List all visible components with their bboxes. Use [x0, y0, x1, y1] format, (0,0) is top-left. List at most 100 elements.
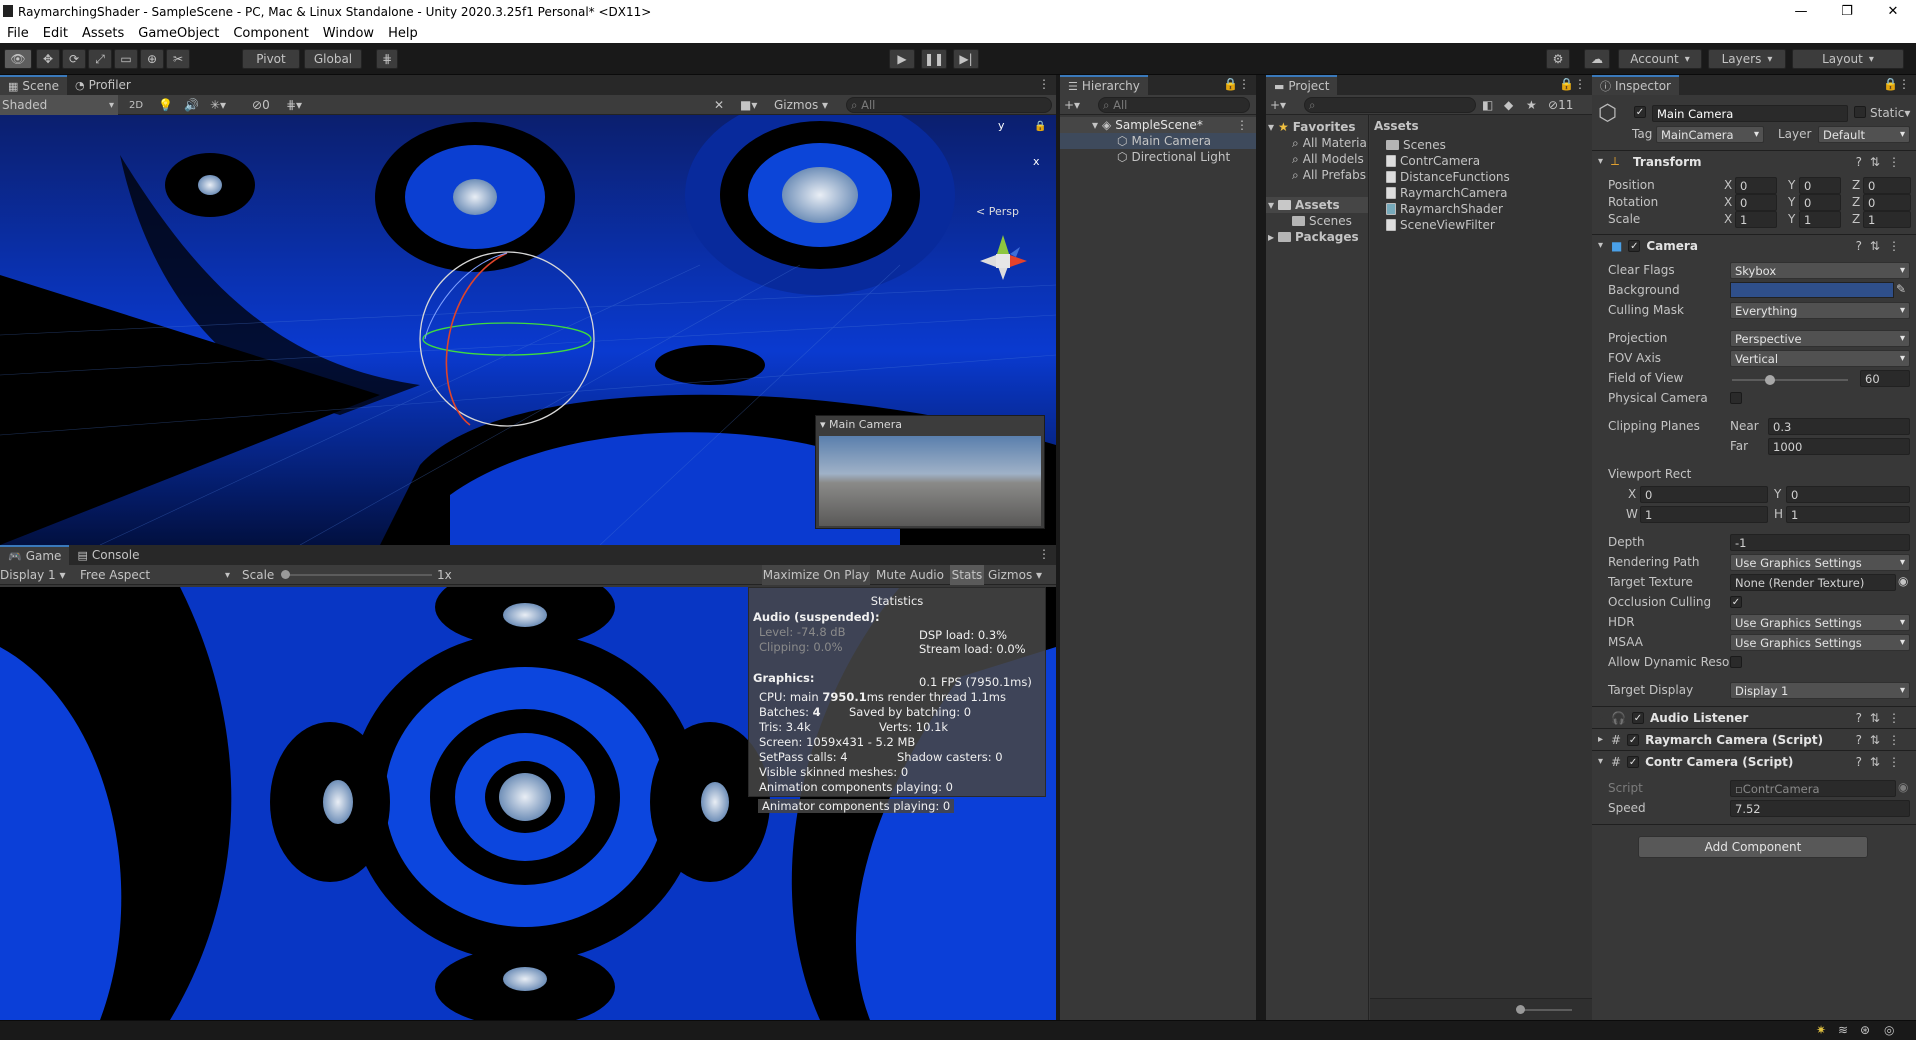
- game-viewport[interactable]: Statistics Audio (suspended): Level: -74…: [0, 587, 1056, 1020]
- project-menu-icon[interactable]: ⋮: [1574, 77, 1586, 91]
- tag-dropdown[interactable]: MainCamera: [1656, 126, 1764, 143]
- camera-enabled-checkbox[interactable]: ✓: [1628, 239, 1641, 252]
- shading-mode-dropdown[interactable]: Shaded ▾: [0, 95, 118, 115]
- viewport-y-field[interactable]: 0: [1786, 486, 1910, 503]
- play-button[interactable]: ▶: [889, 49, 915, 69]
- raymarch-camera-checkbox[interactable]: ✓: [1627, 733, 1640, 746]
- menu-assets[interactable]: Assets: [75, 26, 131, 41]
- scene-menu-icon[interactable]: ⋮: [1236, 118, 1248, 132]
- layers-dropdown[interactable]: Layers: [1708, 49, 1786, 69]
- contr-camera-header[interactable]: ▾ # ✓ Contr Camera (Script) ?⇅⋮: [1592, 750, 1916, 772]
- asset-item[interactable]: DistanceFunctions: [1386, 169, 1510, 185]
- lock-icon[interactable]: 🔒: [1034, 121, 1046, 132]
- progress-icon[interactable]: ◎: [1884, 1023, 1894, 1037]
- hierarchy-lock-icon[interactable]: 🔒: [1223, 77, 1238, 91]
- assets-folder-row[interactable]: ▾ Assets: [1266, 197, 1368, 213]
- filter-label-icon[interactable]: ◆: [1504, 95, 1513, 115]
- menu-gameobject[interactable]: GameObject: [131, 26, 226, 41]
- msaa-dropdown[interactable]: Use Graphics Settings: [1730, 634, 1910, 651]
- tab-project[interactable]: ▬ Project: [1266, 75, 1338, 95]
- menu-edit[interactable]: Edit: [36, 26, 75, 41]
- menu-component[interactable]: Component: [226, 26, 315, 41]
- collab-icon[interactable]: ⚙: [1546, 49, 1570, 69]
- favorites-row[interactable]: ▾ ★ Favorites: [1268, 119, 1356, 135]
- aspect-dropdown[interactable]: Free Aspect ▾: [80, 565, 232, 585]
- pivot-toggle[interactable]: Pivot: [242, 49, 300, 69]
- target-display-dropdown[interactable]: Display 1: [1730, 682, 1910, 699]
- near-field[interactable]: 0.3: [1768, 418, 1910, 435]
- move-tool-icon[interactable]: ✥: [36, 49, 60, 69]
- 2d-toggle[interactable]: 2D: [124, 95, 148, 115]
- hierarchy-item[interactable]: ⬡ Main Camera: [1060, 133, 1256, 149]
- global-toggle[interactable]: Global: [304, 49, 362, 69]
- layer-dropdown[interactable]: Default: [1818, 126, 1910, 143]
- favorite-item[interactable]: ⌕ All Materia: [1292, 135, 1367, 151]
- component-actions-icon[interactable]: ?⇅⋮: [1856, 239, 1908, 253]
- account-dropdown[interactable]: Account: [1618, 49, 1702, 69]
- active-checkbox[interactable]: ✓: [1634, 106, 1646, 118]
- asset-item[interactable]: Scenes: [1386, 137, 1446, 153]
- far-field[interactable]: 1000: [1768, 438, 1910, 455]
- position-z-field[interactable]: 0: [1863, 177, 1911, 194]
- project-lock-icon[interactable]: 🔒: [1559, 77, 1574, 91]
- maximize-button[interactable]: ❐: [1824, 4, 1870, 19]
- camera-header[interactable]: ▾ ■ ✓ Camera ?⇅⋮: [1592, 234, 1916, 256]
- bug-icon[interactable]: ✷: [1816, 1023, 1826, 1037]
- viewport-x-field[interactable]: 0: [1640, 486, 1768, 503]
- eyedropper-icon[interactable]: ✎: [1896, 282, 1906, 296]
- stats-toggle[interactable]: Stats: [950, 565, 984, 585]
- scale-x-field[interactable]: 1: [1735, 211, 1777, 228]
- cloud-icon[interactable]: ☁: [1584, 49, 1610, 69]
- component-actions-icon[interactable]: ?⇅⋮: [1856, 755, 1908, 769]
- component-actions-icon[interactable]: ?⇅⋮: [1856, 155, 1908, 169]
- add-component-button[interactable]: Add Component: [1638, 836, 1868, 858]
- asset-item[interactable]: SceneViewFilter: [1386, 217, 1495, 233]
- clear-flags-dropdown[interactable]: Skybox: [1730, 262, 1910, 279]
- scale-z-field[interactable]: 1: [1863, 211, 1911, 228]
- position-y-field[interactable]: 0: [1799, 177, 1841, 194]
- layout-dropdown[interactable]: Layout: [1792, 49, 1904, 69]
- effects-icon[interactable]: ✳▾: [210, 95, 226, 115]
- minimize-button[interactable]: —: [1778, 4, 1824, 19]
- scale-tool-icon[interactable]: ⤢: [88, 49, 112, 69]
- position-x-field[interactable]: 0: [1735, 177, 1777, 194]
- scene-search-input[interactable]: ⌕ All: [846, 97, 1052, 113]
- hierarchy-add-button[interactable]: +▾: [1064, 95, 1080, 115]
- tab-hierarchy[interactable]: ☰ Hierarchy: [1060, 75, 1148, 95]
- grid-icon[interactable]: ⋕▾: [286, 95, 302, 115]
- rect-tool-icon[interactable]: ▭: [114, 49, 138, 69]
- grid-snap-icon[interactable]: ⋕: [376, 49, 398, 69]
- static-dropdown[interactable]: Static▾: [1870, 106, 1910, 120]
- asset-item[interactable]: ContrCamera: [1386, 153, 1480, 169]
- transform-header[interactable]: ▾ ⟂ Transform ?⇅⋮: [1592, 150, 1916, 172]
- menu-help[interactable]: Help: [381, 26, 425, 41]
- audio-listener-checkbox[interactable]: ✓: [1631, 711, 1644, 724]
- rotation-y-field[interactable]: 0: [1799, 194, 1841, 211]
- debug-mode-icon[interactable]: ⊛: [1860, 1023, 1870, 1037]
- tab-profiler[interactable]: ◔ Profiler: [67, 75, 139, 95]
- fov-axis-dropdown[interactable]: Vertical: [1730, 350, 1910, 367]
- projection-dropdown[interactable]: Perspective: [1730, 330, 1910, 347]
- game-menu-icon[interactable]: ⋮: [1038, 547, 1050, 561]
- pause-button[interactable]: ❚❚: [921, 49, 947, 69]
- dynamic-resolution-checkbox[interactable]: [1730, 656, 1742, 668]
- icon-size-thumb[interactable]: [1516, 1005, 1525, 1014]
- object-name-field[interactable]: Main Camera: [1652, 105, 1848, 122]
- game-gizmos-dropdown[interactable]: Gizmos ▾: [988, 565, 1054, 585]
- physical-camera-checkbox[interactable]: [1730, 392, 1742, 404]
- step-button[interactable]: ▶|: [953, 49, 979, 69]
- fov-field[interactable]: 60: [1860, 370, 1910, 387]
- hdr-dropdown[interactable]: Use Graphics Settings: [1730, 614, 1910, 631]
- viewport-w-field[interactable]: 1: [1640, 506, 1768, 523]
- favorite-item[interactable]: ⌕ All Prefabs: [1292, 167, 1366, 183]
- tab-inspector[interactable]: ⓘ Inspector: [1592, 75, 1679, 95]
- scale-y-field[interactable]: 1: [1799, 211, 1841, 228]
- asset-item[interactable]: RaymarchShader: [1386, 201, 1503, 217]
- custom-tool-icon[interactable]: ✂: [166, 49, 190, 69]
- display-dropdown[interactable]: Display 1 ▾: [0, 565, 74, 585]
- speed-field[interactable]: 7.52: [1730, 800, 1910, 817]
- menu-file[interactable]: File: [0, 26, 36, 41]
- camera-icon[interactable]: ■▾: [740, 95, 757, 115]
- audio-listener-header[interactable]: ▸ 🎧 ✓ Audio Listener ?⇅⋮: [1592, 706, 1916, 728]
- packages-folder-row[interactable]: ▸ Packages: [1268, 229, 1359, 245]
